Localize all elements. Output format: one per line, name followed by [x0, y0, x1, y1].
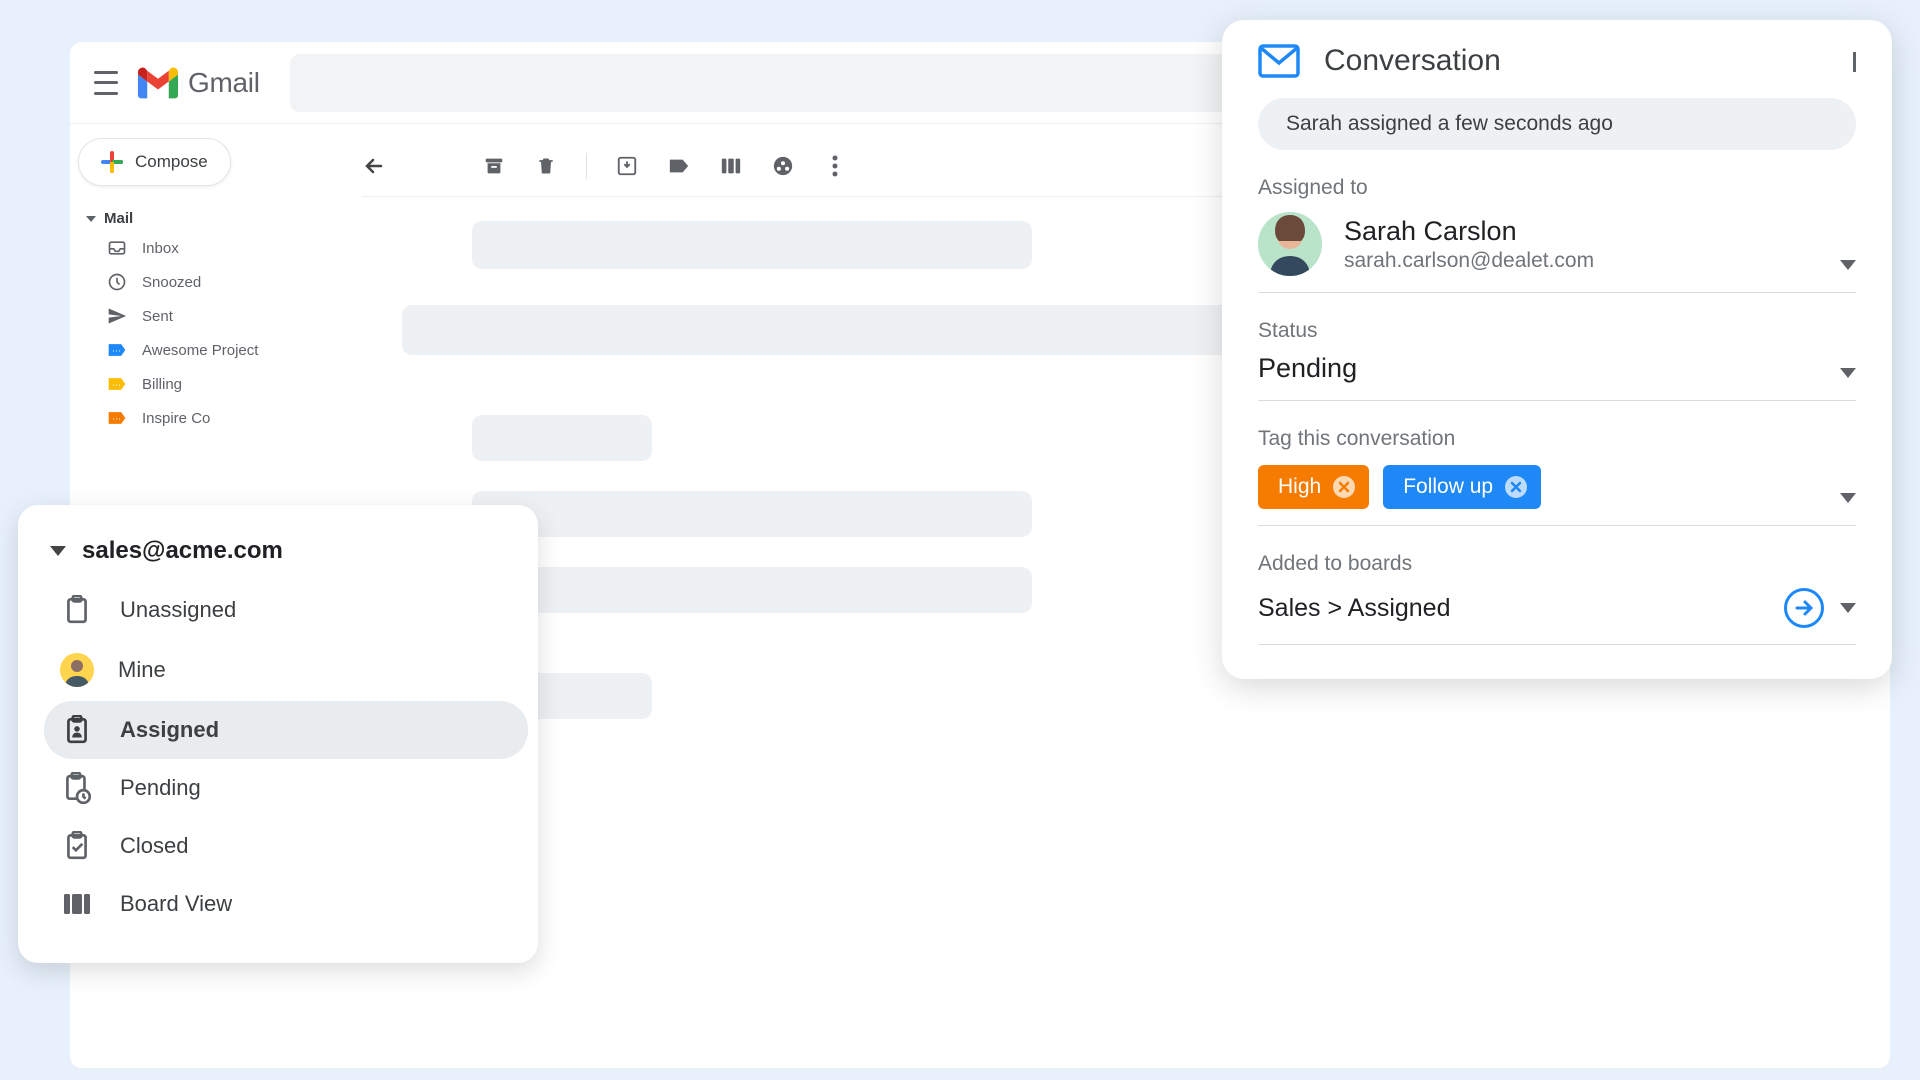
chevron-down-icon[interactable]	[1840, 368, 1856, 378]
inbox-icon	[106, 237, 128, 259]
avatar-icon	[60, 653, 94, 687]
chevron-down-icon[interactable]	[1840, 603, 1856, 613]
more-icon[interactable]	[823, 154, 847, 178]
clipboard-clock-icon	[62, 773, 92, 803]
compose-button[interactable]: Compose	[78, 138, 231, 186]
caret-down-icon	[86, 216, 96, 222]
clock-icon	[106, 271, 128, 293]
share-icon[interactable]	[771, 154, 795, 178]
overlay-item-closed[interactable]: Closed	[44, 817, 528, 875]
caret-down-icon	[50, 546, 66, 556]
label-icon[interactable]	[667, 154, 691, 178]
sidebar-item-billing[interactable]: ⋯ Billing	[78, 367, 320, 401]
sidebar-item-snoozed[interactable]: Snoozed	[78, 265, 320, 299]
conversation-panel: Conversation Sarah assigned a few second…	[1222, 20, 1892, 679]
menu-icon[interactable]	[94, 71, 118, 95]
gmail-mark-icon	[138, 67, 178, 99]
assignee-picker[interactable]: Sarah Carslon sarah.carlson@dealet.com	[1258, 212, 1856, 276]
boards-value[interactable]: Sales > Assigned	[1258, 594, 1768, 623]
send-icon	[106, 305, 128, 327]
remove-tag-icon[interactable]	[1333, 476, 1355, 498]
panel-title: Conversation	[1324, 44, 1501, 78]
gmail-wordmark: Gmail	[188, 67, 260, 99]
compose-label: Compose	[135, 152, 208, 172]
chevron-down-icon[interactable]	[1840, 260, 1856, 270]
overlay-item-pending[interactable]: Pending	[44, 759, 528, 817]
back-icon[interactable]	[362, 154, 386, 178]
sidebar-item-inspire-co[interactable]: ⋯ Inspire Co	[78, 401, 320, 435]
svg-text:⋯: ⋯	[112, 345, 121, 355]
assignee-name: Sarah Carslon	[1344, 216, 1594, 247]
tag-high[interactable]: High	[1258, 465, 1369, 509]
collapse-icon[interactable]	[1853, 52, 1856, 70]
chevron-down-icon[interactable]	[1840, 493, 1856, 503]
archive-icon[interactable]	[482, 154, 506, 178]
mail-tree: Mail Inbox Snoozed Sent ⋯ Awesome Projec…	[78, 206, 320, 435]
tag-icon: ⋯	[106, 373, 128, 395]
board-icon	[62, 889, 92, 919]
boards-section: Added to boards Sales > Assigned	[1258, 552, 1856, 645]
clipboard-user-icon	[62, 715, 92, 745]
status-value[interactable]: Pending	[1258, 353, 1856, 384]
status-label: Status	[1258, 319, 1856, 343]
overlay-item-unassigned[interactable]: Unassigned	[44, 581, 528, 639]
sidebar-item-inbox[interactable]: Inbox	[78, 231, 320, 265]
tags-section: Tag this conversation High Follow up	[1258, 427, 1856, 526]
plus-icon	[101, 151, 123, 173]
tags-label: Tag this conversation	[1258, 427, 1856, 451]
sidebar-item-awesome-project[interactable]: ⋯ Awesome Project	[78, 333, 320, 367]
assigned-to-section: Assigned to Sarah Carslon sarah.carlson@…	[1258, 176, 1856, 293]
svg-text:⋯: ⋯	[112, 413, 121, 423]
gmail-logo[interactable]: Gmail	[138, 67, 260, 99]
assigned-to-label: Assigned to	[1258, 176, 1856, 200]
mail-icon	[1258, 44, 1300, 78]
go-to-board-icon[interactable]	[1784, 588, 1824, 628]
remove-tag-icon[interactable]	[1505, 476, 1527, 498]
move-to-inbox-icon[interactable]	[615, 154, 639, 178]
boards-label: Added to boards	[1258, 552, 1856, 576]
tag-icon: ⋯	[106, 339, 128, 361]
toolbar-divider	[586, 153, 587, 179]
assignee-avatar	[1258, 212, 1322, 276]
overlay-item-board-view[interactable]: Board View	[44, 875, 528, 933]
tag-follow-up[interactable]: Follow up	[1383, 465, 1541, 509]
activity-pill: Sarah assigned a few seconds ago	[1258, 98, 1856, 150]
overlay-account-header[interactable]: sales@acme.com	[44, 531, 528, 581]
svg-text:⋯: ⋯	[112, 379, 121, 389]
clipboard-icon	[62, 595, 92, 625]
inbox-overlay-panel: sales@acme.com Unassigned Mine Assigned …	[18, 505, 538, 963]
overlay-item-assigned[interactable]: Assigned	[44, 701, 528, 759]
delete-icon[interactable]	[534, 154, 558, 178]
mail-tree-header[interactable]: Mail	[78, 206, 320, 231]
boards-toolbar-icon[interactable]	[719, 154, 743, 178]
sidebar-item-sent[interactable]: Sent	[78, 299, 320, 333]
assignee-email: sarah.carlson@dealet.com	[1344, 249, 1594, 273]
clipboard-check-icon	[62, 831, 92, 861]
tag-icon: ⋯	[106, 407, 128, 429]
status-section: Status Pending	[1258, 319, 1856, 401]
overlay-item-mine[interactable]: Mine	[44, 639, 528, 701]
